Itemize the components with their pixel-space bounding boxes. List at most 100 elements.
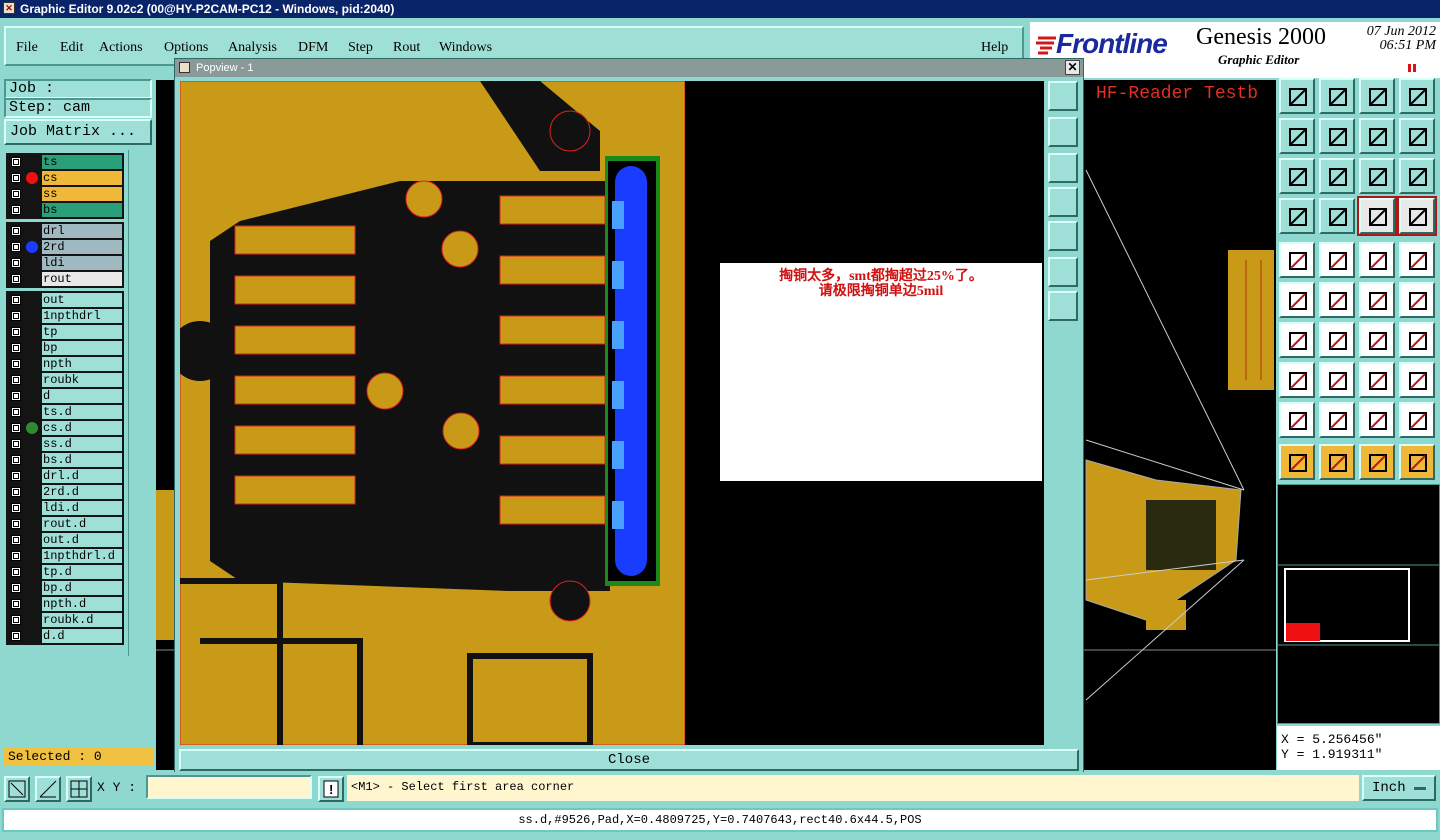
grid-icon[interactable]: [1319, 198, 1355, 234]
layer-checkbox[interactable]: [11, 567, 21, 577]
layer-name[interactable]: rout.d: [42, 517, 122, 531]
menu-windows[interactable]: Windows: [439, 40, 492, 56]
measure-icon[interactable]: [35, 776, 61, 802]
center-icon[interactable]: [1319, 158, 1355, 194]
layer-row-1npthdrl-d[interactable]: 1npthdrl.d: [6, 549, 124, 563]
layer-name[interactable]: npth: [42, 357, 122, 371]
split-view-icon[interactable]: [1399, 78, 1435, 114]
layer-name[interactable]: d: [42, 389, 122, 403]
angle-icon[interactable]: [1279, 322, 1315, 358]
select-arrow-icon[interactable]: [1359, 444, 1395, 480]
menu-dfm[interactable]: DFM: [298, 40, 328, 56]
layer-row-2rd-d[interactable]: 2rd.d: [6, 485, 124, 499]
layer-name[interactable]: 1npthdrl: [42, 309, 122, 323]
layer-checkbox[interactable]: [11, 471, 21, 481]
intersect-icon[interactable]: [1319, 282, 1355, 318]
layer-row-drl-d[interactable]: drl.d: [6, 469, 124, 483]
pause-icon[interactable]: [1408, 60, 1418, 72]
rotate-icon[interactable]: [1359, 322, 1395, 358]
layer-checkbox[interactable]: [11, 519, 21, 529]
layer-checkbox[interactable]: [11, 226, 21, 236]
ruler-icon[interactable]: [1359, 242, 1395, 278]
layer-row-ldi[interactable]: ldi: [6, 256, 124, 270]
layer-row-out[interactable]: out: [6, 293, 124, 307]
popview-tool-home-icon[interactable]: [1048, 81, 1078, 111]
pad-move-icon[interactable]: [1279, 362, 1315, 398]
layer-checkbox[interactable]: [11, 439, 21, 449]
layer-name[interactable]: rout: [42, 272, 122, 286]
layer-name[interactable]: ldi: [42, 256, 122, 270]
layer-row-2rd[interactable]: 2rd: [6, 240, 124, 254]
popview-title-bar[interactable]: Popview - 1: [175, 59, 1083, 77]
layer-checkbox[interactable]: [11, 535, 21, 545]
layer-checkbox[interactable]: [11, 173, 21, 183]
fit-screen-icon[interactable]: [1279, 158, 1315, 194]
popview-tool-left-icon[interactable]: [1048, 187, 1078, 217]
layer-name[interactable]: drl: [42, 224, 122, 238]
popview-tool-zoom-in-icon[interactable]: [1048, 257, 1078, 287]
select-box-icon[interactable]: [1319, 444, 1355, 480]
help-icon[interactable]: [1399, 158, 1435, 194]
menu-help[interactable]: Help: [981, 40, 1008, 56]
layer-checkbox[interactable]: [11, 487, 21, 497]
undo-icon[interactable]: [1359, 118, 1395, 154]
circle-select-icon[interactable]: [1399, 242, 1435, 278]
layer-row-out-d[interactable]: out.d: [6, 533, 124, 547]
connect-icon[interactable]: [1359, 282, 1395, 318]
layer-row-tp-d[interactable]: tp.d: [6, 565, 124, 579]
xy-input[interactable]: [146, 775, 312, 799]
snap-left-icon[interactable]: [1279, 118, 1315, 154]
layer-row-ldi-d[interactable]: ldi.d: [6, 501, 124, 515]
menu-actions[interactable]: Actions: [99, 40, 143, 56]
layer-scrollbar[interactable]: [128, 150, 155, 656]
popview-tool-up-icon[interactable]: [1048, 117, 1078, 147]
layer-row-ts-d[interactable]: ts.d: [6, 405, 124, 419]
layer-row-ts[interactable]: ts: [6, 155, 124, 169]
clipboard-up-icon[interactable]: [1279, 78, 1315, 114]
layer-row-d-d[interactable]: d.d: [6, 629, 124, 643]
triangle-b-icon[interactable]: [1359, 402, 1395, 438]
pointer-icon[interactable]: [1279, 444, 1315, 480]
job-matrix-button[interactable]: Job Matrix ...: [4, 119, 152, 145]
layer-checkbox[interactable]: [11, 205, 21, 215]
popview-tool-right-icon[interactable]: [1048, 221, 1078, 251]
copy-icon[interactable]: [1399, 362, 1435, 398]
layer-name[interactable]: ts.d: [42, 405, 122, 419]
layer-checkbox[interactable]: [11, 391, 21, 401]
line-add-icon[interactable]: [1319, 242, 1355, 278]
layer-checkbox[interactable]: [11, 583, 21, 593]
layer-name[interactable]: out: [42, 293, 122, 307]
layer-row-npth-d[interactable]: npth.d: [6, 597, 124, 611]
layer-name[interactable]: bp: [42, 341, 122, 355]
layer-name[interactable]: out.d: [42, 533, 122, 547]
layer-name[interactable]: roubk: [42, 373, 122, 387]
resize-icon[interactable]: [1359, 362, 1395, 398]
triangle-a-icon[interactable]: [1319, 402, 1355, 438]
layer-name[interactable]: tp: [42, 325, 122, 339]
popview-tool-down-icon[interactable]: [1048, 153, 1078, 183]
layer-name[interactable]: 2rd: [42, 240, 122, 254]
snap-right-icon[interactable]: [1319, 118, 1355, 154]
layer-row-1npthdrl[interactable]: 1npthdrl: [6, 309, 124, 323]
triangle-c-icon[interactable]: [1399, 402, 1435, 438]
layer-row-ss-d[interactable]: ss.d: [6, 437, 124, 451]
layer-checkbox[interactable]: [11, 242, 21, 252]
layer-checkbox[interactable]: [11, 455, 21, 465]
menu-options[interactable]: Options: [164, 40, 208, 56]
layer-name[interactable]: ss.d: [42, 437, 122, 451]
line-move-icon[interactable]: [1319, 362, 1355, 398]
unit-selector[interactable]: Inch: [1362, 775, 1436, 801]
layer-row-d[interactable]: d: [6, 389, 124, 403]
menu-step[interactable]: Step: [348, 40, 373, 56]
menu-rout[interactable]: Rout: [393, 40, 420, 56]
pad-add-icon[interactable]: [1279, 242, 1315, 278]
layer-checkbox[interactable]: [11, 359, 21, 369]
layer-checkbox[interactable]: [11, 311, 21, 321]
mirror-icon[interactable]: [1399, 322, 1435, 358]
layer-row-npth[interactable]: npth: [6, 357, 124, 371]
layer-checkbox[interactable]: [11, 375, 21, 385]
menu-edit[interactable]: Edit: [60, 40, 83, 56]
layer-checkbox[interactable]: [11, 407, 21, 417]
menu-analysis[interactable]: Analysis: [228, 40, 277, 56]
layer-row-cs-d[interactable]: cs.d: [6, 421, 124, 435]
